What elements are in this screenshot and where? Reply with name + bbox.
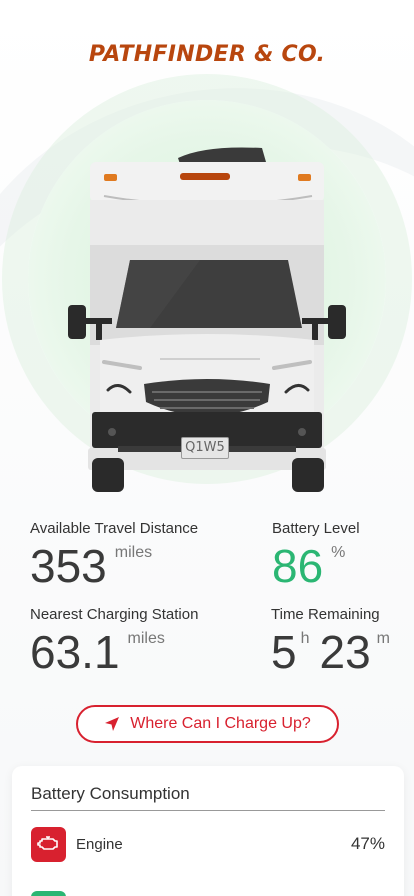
- consumption-engine-label: Engine: [76, 835, 123, 853]
- consumption-row-engine[interactable]: Engine 47%: [31, 826, 385, 862]
- battery-consumption-card: Battery Consumption Engine 47%: [12, 766, 404, 896]
- travel-distance-value: 353: [30, 540, 107, 592]
- engine-icon: [31, 826, 66, 862]
- battery-level-unit: %: [331, 544, 346, 561]
- nearest-station-unit: miles: [127, 630, 165, 647]
- time-remaining-hours-unit: h: [300, 630, 310, 647]
- nearest-station-label: Nearest Charging Station: [30, 606, 199, 623]
- battery-level-label: Battery Level: [272, 520, 360, 537]
- battery-consumption-title: Battery Consumption: [31, 784, 385, 811]
- vehicle-display: Q1W5: [0, 100, 414, 500]
- where-charge-label: Where Can I Charge Up?: [130, 715, 311, 732]
- time-remaining-label: Time Remaining: [271, 606, 380, 623]
- time-remaining-stat: Time Remaining 5 h 23 m: [271, 606, 390, 675]
- battery-level-value: 86: [272, 540, 324, 592]
- travel-distance-stat: Available Travel Distance 353 miles: [30, 520, 198, 589]
- time-remaining-minutes-unit: m: [376, 630, 390, 647]
- consumption-row-2[interactable]: [31, 890, 385, 896]
- license-plate: Q1W5: [181, 437, 229, 459]
- time-remaining-hours: 5: [271, 626, 297, 678]
- nearest-station-value: 63.1: [30, 626, 120, 678]
- consumption-engine-value: 47%: [350, 834, 385, 853]
- navigation-arrow-icon: [105, 717, 120, 731]
- travel-distance-label: Available Travel Distance: [30, 520, 199, 537]
- battery-level-stat: Battery Level 86 %: [272, 520, 360, 589]
- nearest-station-stat: Nearest Charging Station 63.1 miles: [30, 606, 198, 675]
- brand-logo: PATHFINDER & CO.: [88, 42, 326, 67]
- time-remaining-minutes: 23: [319, 626, 371, 678]
- green-icon: [31, 890, 66, 896]
- travel-distance-unit: miles: [114, 544, 153, 561]
- where-charge-button[interactable]: Where Can I Charge Up?: [76, 705, 339, 743]
